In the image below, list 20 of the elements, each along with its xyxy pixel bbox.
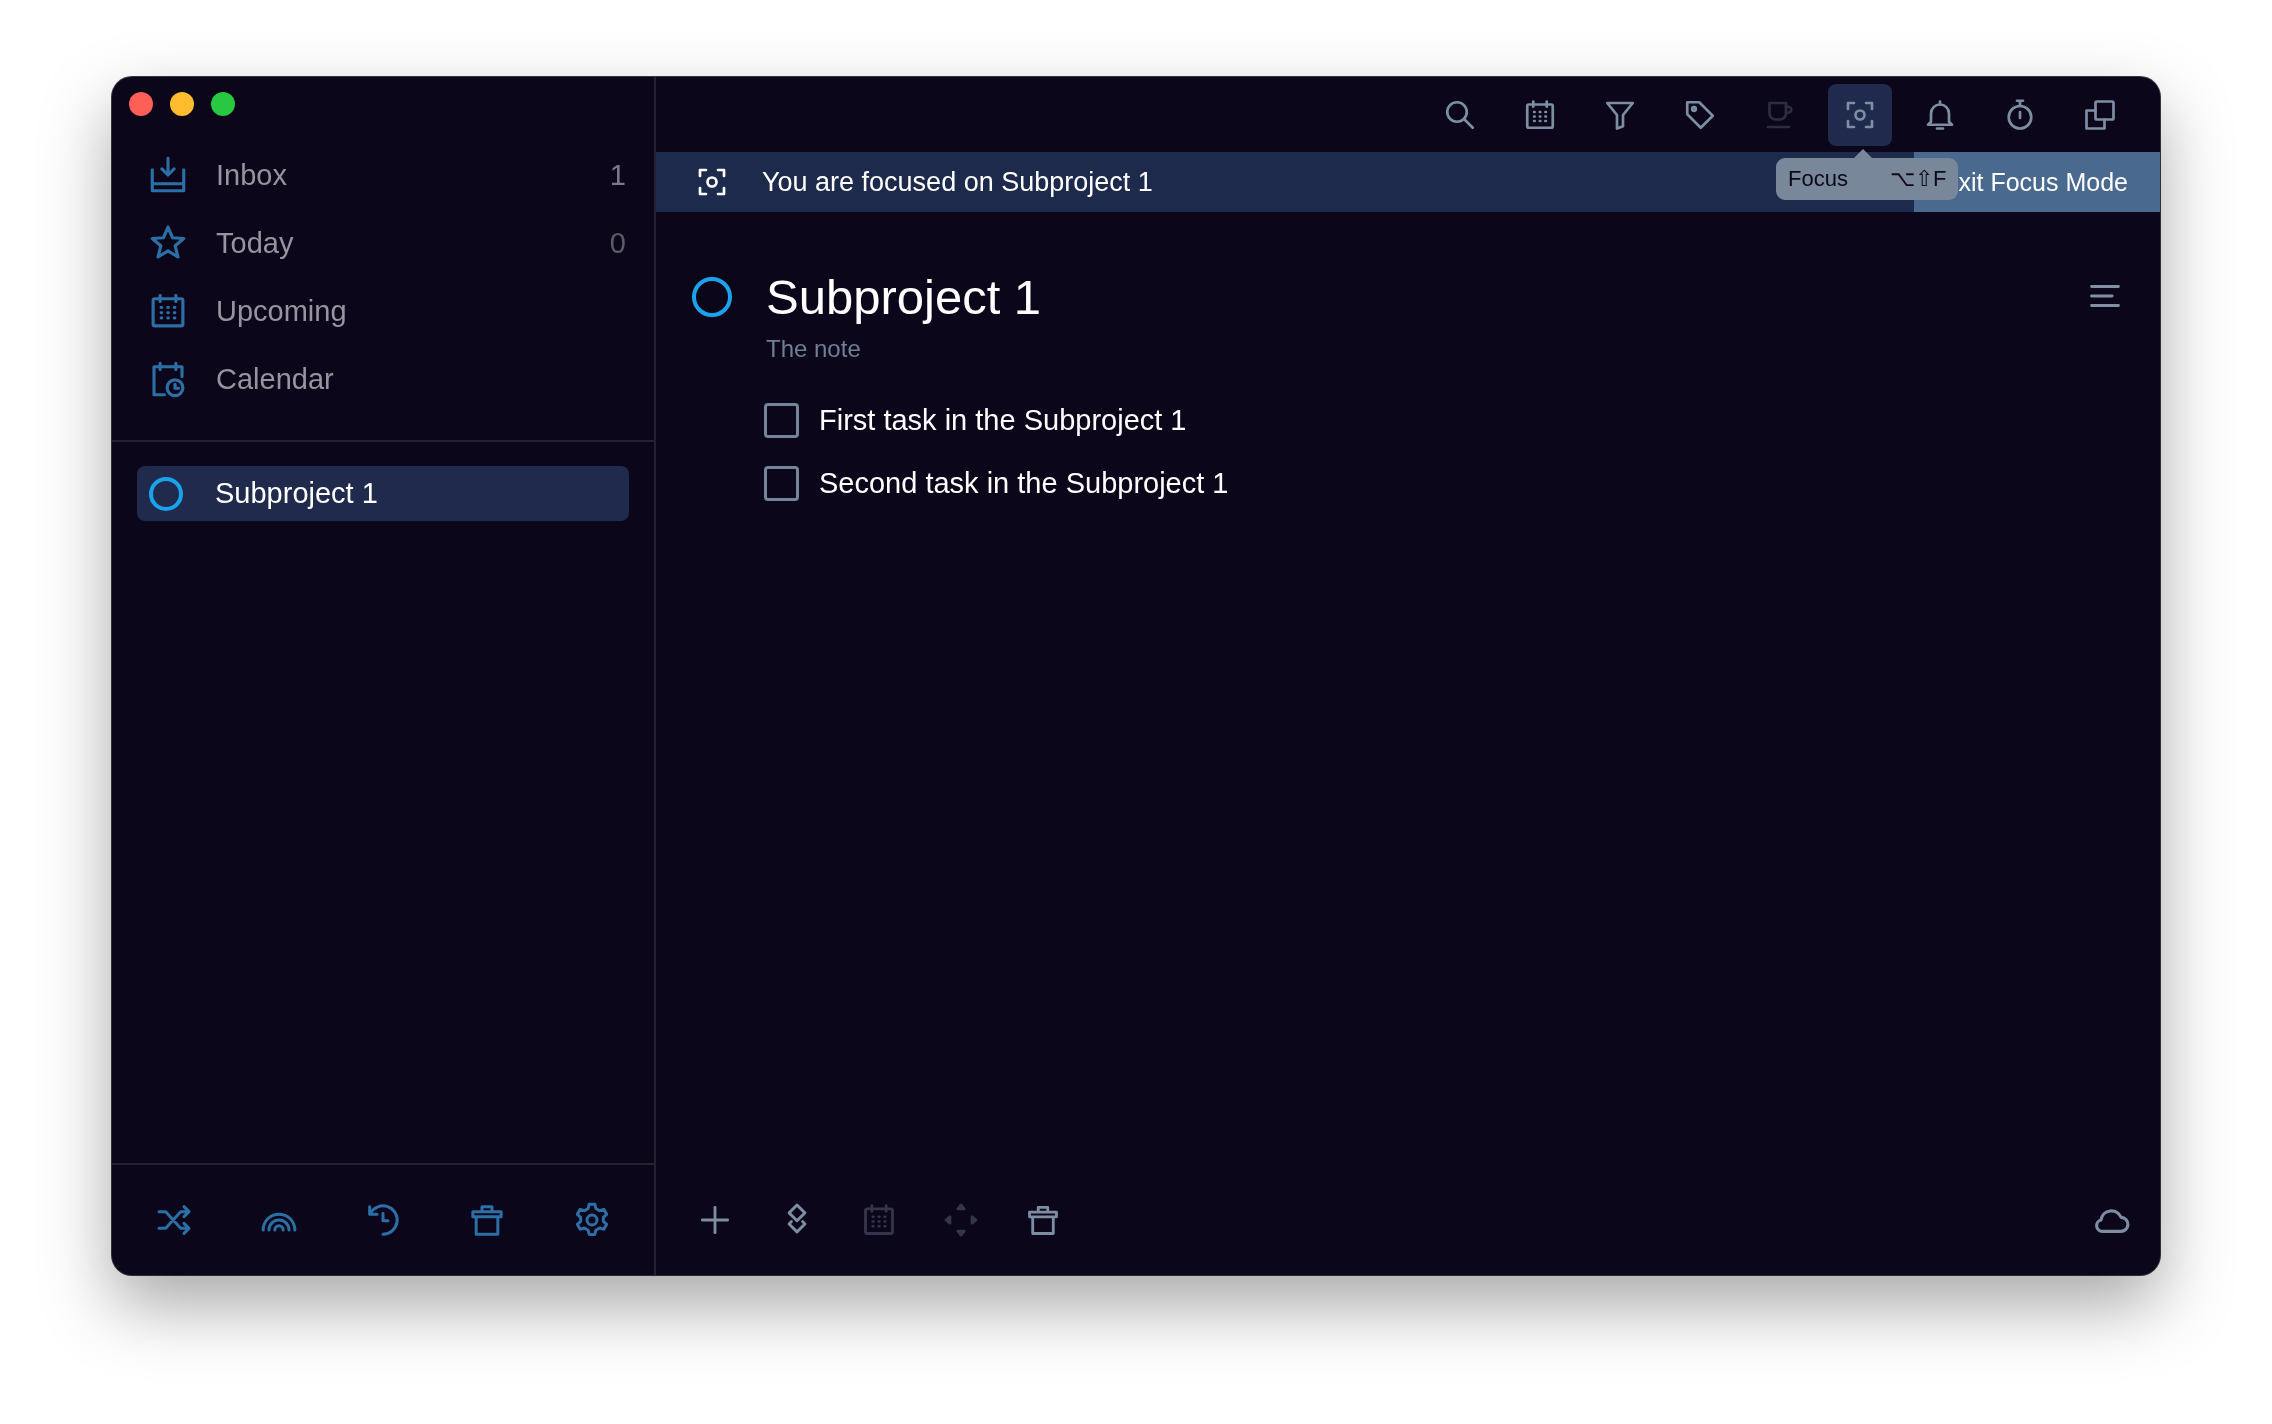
task-label: First task in the Subproject 1 xyxy=(819,404,1187,437)
project-circle-icon[interactable] xyxy=(692,277,732,317)
item-count: 1 xyxy=(609,158,626,192)
sidebar-item[interactable]: Inbox xyxy=(216,158,610,192)
tooltip-label: Focus xyxy=(1788,165,1848,192)
project-item[interactable]: Subproject 1 xyxy=(137,466,629,521)
close-button[interactable] xyxy=(129,92,153,116)
project-title: Subproject 1 xyxy=(766,269,1043,326)
sidebar-item[interactable]: Today xyxy=(216,226,610,260)
task-checkbox[interactable] xyxy=(764,466,799,501)
sidebar-item[interactable]: Calendar xyxy=(216,362,626,396)
task-checkbox[interactable] xyxy=(764,403,799,438)
project-note: The note xyxy=(766,335,862,363)
project-circle-icon xyxy=(149,476,183,511)
item-count: 0 xyxy=(609,226,626,260)
zoom-button[interactable] xyxy=(211,92,235,116)
banner-text: You are focused on Subproject 1 xyxy=(761,165,1153,199)
task-label: Second task in the Subproject 1 xyxy=(819,467,1229,500)
sidebar-item[interactable]: Upcoming xyxy=(216,294,626,328)
minimize-button[interactable] xyxy=(170,92,194,116)
